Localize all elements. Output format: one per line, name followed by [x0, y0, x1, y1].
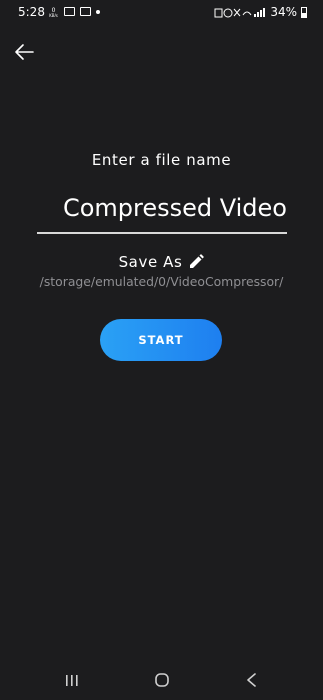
save-as-label: Save As: [118, 253, 183, 271]
svg-text:KB/s: KB/s: [49, 13, 58, 17]
home-icon[interactable]: [148, 668, 176, 692]
save-as-row: Save As: [0, 253, 323, 271]
nav-back-icon[interactable]: [238, 668, 266, 692]
recent-apps-icon[interactable]: [58, 668, 86, 692]
message-notification-icon: [80, 7, 91, 16]
battery-icon: [301, 6, 307, 18]
filename-prompt: Enter a file name: [91, 151, 232, 169]
notification-icons: 0 KB/s: [48, 6, 100, 18]
pencil-icon[interactable]: [188, 254, 205, 270]
save-path: /storage/emulated/0/VideoCompressor/: [39, 274, 284, 289]
more-notifications-dot-icon: [96, 9, 100, 14]
system-status-icons: [214, 7, 266, 17]
start-button[interactable]: START: [100, 319, 222, 361]
filename-input[interactable]: Compressed Video: [37, 188, 287, 234]
back-arrow-icon[interactable]: [12, 40, 36, 64]
system-navigation-bar: [0, 664, 323, 700]
battery-percent: 34%: [270, 5, 297, 19]
status-bar: 5:28 0 KB/s 34%: [0, 0, 323, 24]
status-time: 5:28: [18, 5, 45, 19]
system-status: 34%: [214, 5, 307, 19]
gallery-notification-icon: [64, 7, 75, 16]
data-speed-icon: 0 KB/s: [48, 6, 59, 18]
